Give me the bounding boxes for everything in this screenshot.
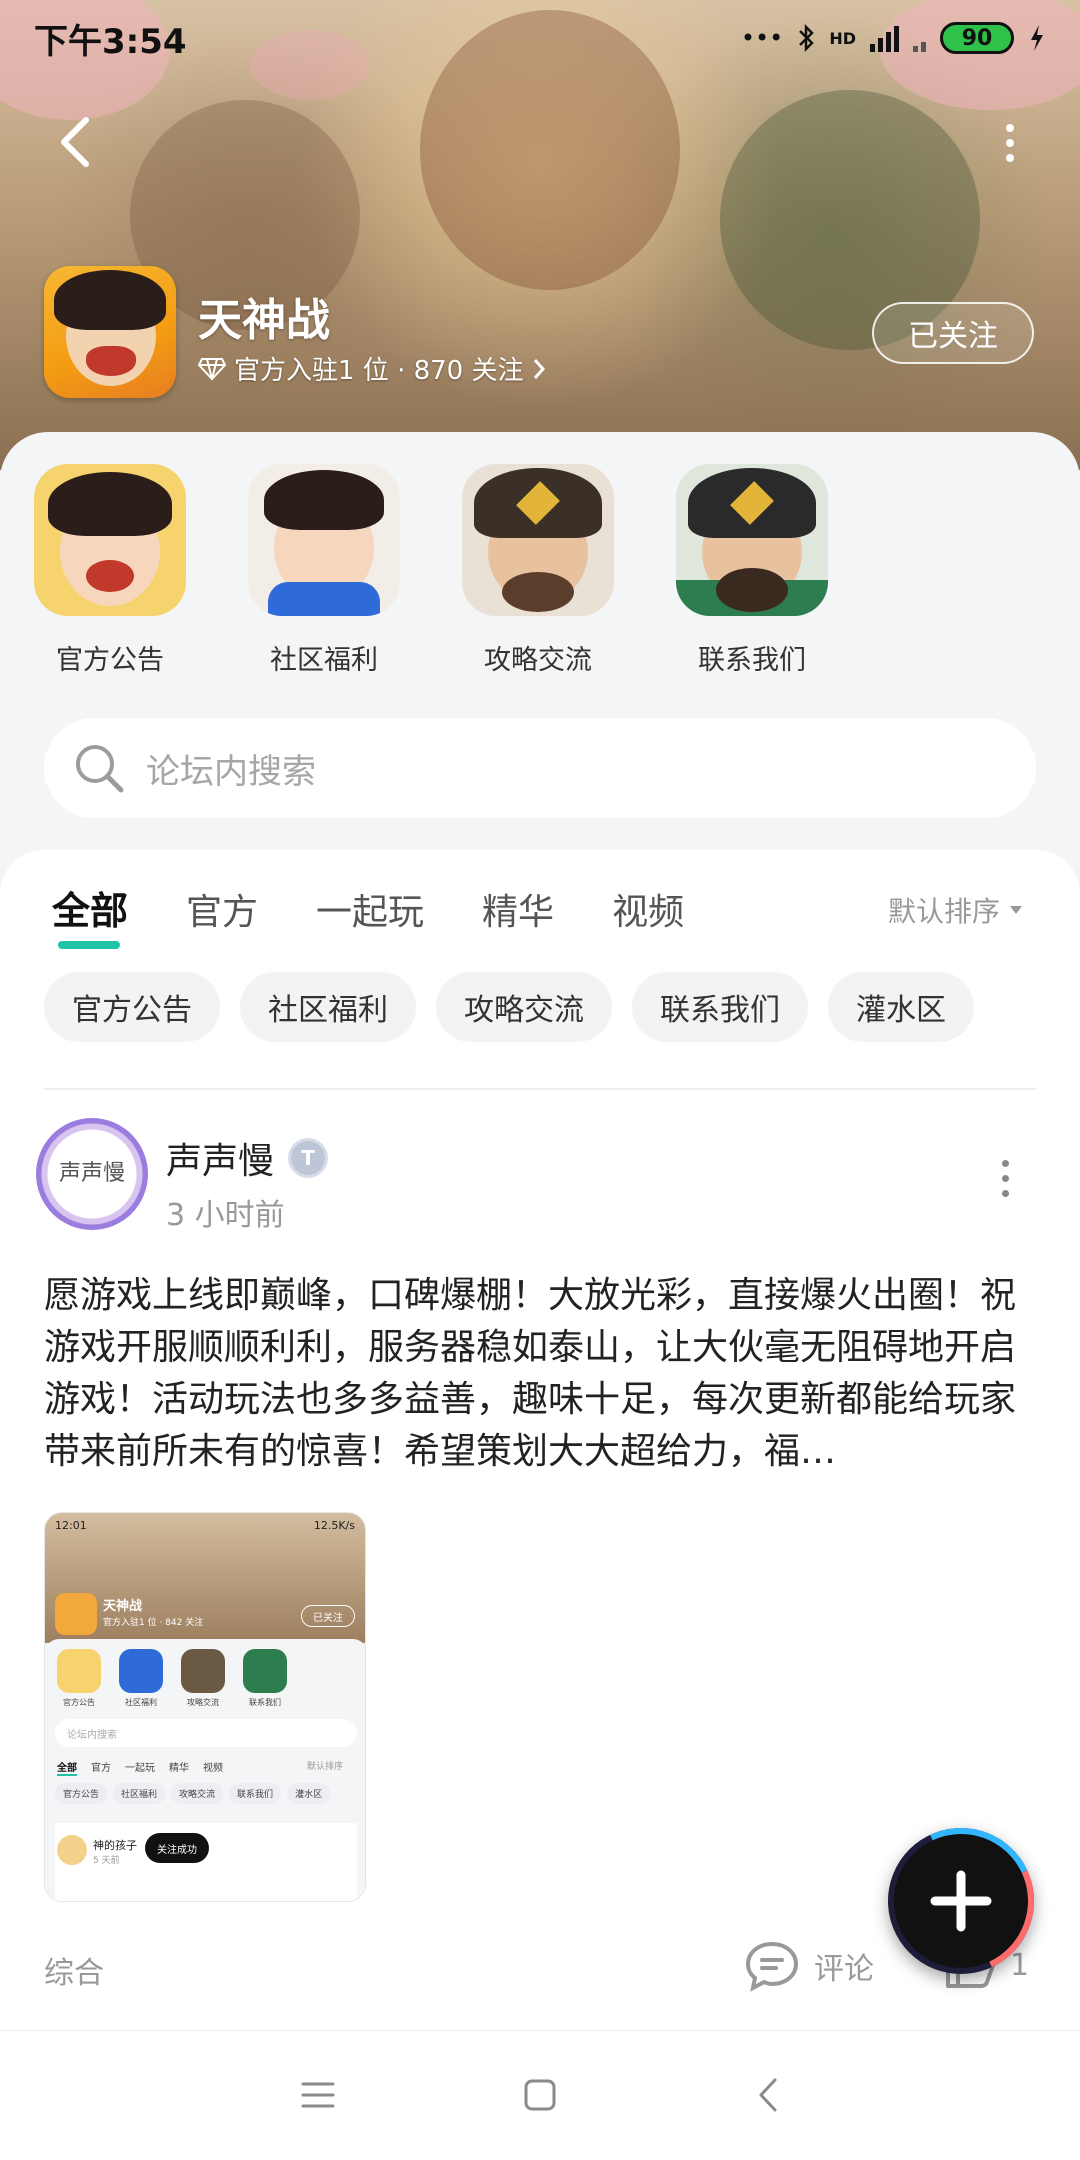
post-text[interactable]: 愿游戏上线即巅峰，口碑爆棚！大放光彩，直接爆火出圈！祝游戏开服顺顺利利，服务器稳… [44,1270,1038,1478]
sub-forum-avatar [676,464,828,616]
sub-forum-label: 攻略交流 [484,645,592,676]
tab-play-together[interactable]: 一起玩 [316,883,424,935]
sub-forum-contact[interactable]: 联系我们 [662,464,842,677]
battery-indicator: 90 [940,22,1014,54]
chip-strategy[interactable]: 攻略交流 [436,972,612,1042]
level-badge-icon: T [288,1138,329,1178]
post-category[interactable]: 综合 [44,1948,104,1992]
sub-forum-avatar [248,464,400,616]
chevron-left-icon [61,117,89,167]
recent-apps-button[interactable] [288,2065,348,2125]
chip-welfare[interactable]: 社区福利 [240,972,416,1042]
system-back-button[interactable] [738,2065,798,2125]
search-input[interactable]: 论坛内搜索 [44,718,1036,818]
square-icon [524,2079,556,2111]
like-count: 1 [1010,1947,1030,1983]
tab-video[interactable]: 视频 [612,883,684,935]
diamond-icon [198,357,226,380]
post-time: 3 小时前 [166,1198,285,1233]
author-name: 声声慢 [166,1141,275,1182]
post-image[interactable]: 12:01 12.5K/s 天神战 官方入驻1 位 · 842 关注 已关注 官… [44,1512,366,1902]
game-meta[interactable]: 官方入驻1 位 · 870 关注 [198,350,546,387]
sub-forum-label: 联系我们 [698,645,806,676]
search-placeholder: 论坛内搜索 [146,751,316,792]
sub-forum-avatar [462,464,614,616]
chevron-right-icon [533,358,545,379]
chevron-left-icon [759,2078,777,2112]
tab-official[interactable]: 官方 [186,883,258,935]
chip-official[interactable]: 官方公告 [44,972,220,1042]
sub-forum-avatar [34,464,186,616]
comment-label: 评论 [814,1952,874,1987]
post-author[interactable]: 声声慢 T [166,1132,329,1184]
caret-down-icon [1010,906,1023,914]
post-more-button[interactable] [1002,1160,1009,1197]
sub-forum-label: 官方公告 [56,645,164,676]
chip-contact[interactable]: 联系我们 [632,972,808,1042]
charging-icon [1031,25,1043,51]
sub-forum-list: 官方公告 社区福利 攻略交流 联系我们 [0,464,1080,684]
divider [44,1088,1036,1090]
feed-tabs: 全部 官方 一起玩 精华 视频 [52,880,684,949]
create-post-button[interactable] [867,1807,1055,1995]
chip-chat[interactable]: 灌水区 [828,972,974,1042]
signal-icon-2 [913,24,926,52]
active-tab-indicator [58,941,120,949]
avatar[interactable]: 声声慢 [36,1118,148,1230]
sort-label: 默认排序 [888,895,1001,928]
bluetooth-icon [799,23,815,53]
game-icon-mouth [86,346,136,376]
sub-forum-welfare[interactable]: 社区福利 [234,464,414,677]
more-vertical-icon [1006,124,1014,132]
category-chips: 官方公告 社区福利 攻略交流 联系我们 灌水区 [44,972,974,1042]
more-menu-button[interactable] [990,118,1030,168]
game-icon-hair [54,270,166,330]
more-vertical-icon [1002,1160,1009,1167]
sort-dropdown[interactable]: 默认排序 [888,890,1024,930]
status-icons: ••• HD 90 [741,22,1046,54]
back-button[interactable] [50,112,100,172]
status-time: 下午3:54 [34,21,187,62]
sub-forum-official[interactable]: 官方公告 [20,464,200,677]
game-title: 天神战 [198,295,330,346]
post-footer: 综合 评论 1 [44,1940,1038,2000]
game-icon[interactable] [44,266,176,398]
network-type-label: HD [829,28,856,48]
game-meta-text: 官方入驻1 位 · 870 关注 [234,356,524,386]
home-button[interactable] [510,2065,570,2125]
sub-forum-strategy[interactable]: 攻略交流 [448,464,628,677]
search-icon [76,745,124,793]
status-bar: 下午3:54 ••• HD 90 [0,0,1080,76]
follow-button[interactable]: 已关注 [872,302,1034,364]
tab-featured[interactable]: 精华 [482,883,554,935]
avatar-text: 声声慢 [58,1160,125,1186]
dots-icon: ••• [740,24,784,52]
menu-icon [301,2082,335,2108]
signal-icon [870,24,899,52]
system-nav-bar [0,2030,1080,2160]
comment-button[interactable]: 评论 [744,1940,874,1992]
sub-forum-label: 社区福利 [270,645,378,676]
comment-icon [745,1941,799,1992]
tab-all[interactable]: 全部 [52,880,128,949]
header-banner: 下午3:54 ••• HD 90 天神战 官方入驻1 位 · 870 关注 已关… [0,0,1080,470]
